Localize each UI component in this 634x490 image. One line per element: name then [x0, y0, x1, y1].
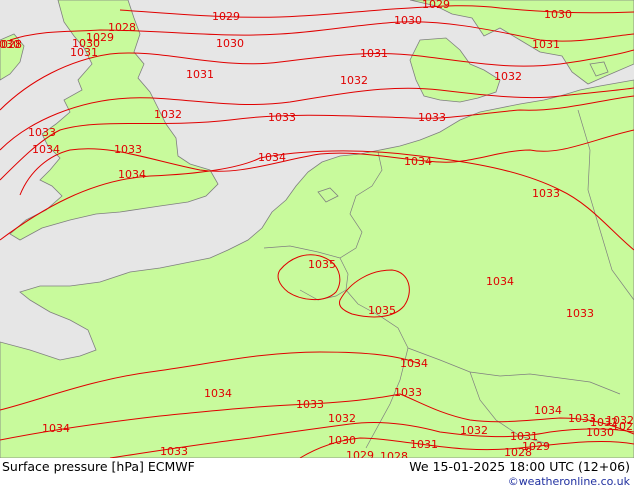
isobar-label: 1029: [212, 10, 240, 23]
isobar-label: 1035: [308, 258, 336, 271]
isobar-label: 1033: [268, 111, 296, 124]
isobar-label: 1021: [612, 420, 634, 433]
isobar-label: 1031: [186, 68, 214, 81]
credit-link[interactable]: ©weatheronline.co.uk: [508, 475, 631, 488]
isobar-label: 1030: [544, 8, 572, 21]
isobar-label: 1034: [404, 155, 432, 168]
isobar-label: 1034: [118, 168, 146, 181]
isobar-label: 1034: [486, 275, 514, 288]
isobar-label: 1033: [160, 445, 188, 458]
isobar-label: 1030: [394, 14, 422, 27]
isobar-label: 1034: [42, 422, 70, 435]
isobar-label: 1029: [522, 440, 550, 453]
map-timestamp: We 15-01-2025 18:00 UTC (12+06): [409, 459, 630, 474]
isobar-label: 1034: [534, 404, 562, 417]
isobar-label: 1031: [70, 46, 98, 59]
isobar-label: 1032: [494, 70, 522, 83]
isobar-label: 1034: [32, 143, 60, 156]
isobar-label: 1033: [532, 187, 560, 200]
isobar-label: 1031: [360, 47, 388, 60]
isobar-label: 1032: [154, 108, 182, 121]
isobar-label: 1033: [114, 143, 142, 156]
isobar-label: 1031: [410, 438, 438, 451]
isobar-label: 1033: [566, 307, 594, 320]
isobar-label: 1035: [368, 304, 396, 317]
isobar-label: 1034: [258, 151, 286, 164]
isobar-label: 1029: [422, 0, 450, 11]
map-canvas: 1029102910281028102910301030103010301031…: [0, 0, 634, 490]
isobar-label: 1030: [0, 38, 20, 51]
weather-map: 1029102910281028102910301030103010301031…: [0, 0, 634, 490]
isobar-label: 1034: [400, 357, 428, 370]
isobar-label: 1033: [296, 398, 324, 411]
isobar-label: 1031: [532, 38, 560, 51]
isobar-label: 1030: [328, 434, 356, 447]
isobar-label: 1033: [394, 386, 422, 399]
isobar-label: 1033: [418, 111, 446, 124]
map-title: Surface pressure [hPa] ECMWF: [2, 459, 195, 474]
isobar-label: 1033: [28, 126, 56, 139]
isobar-label: 1034: [204, 387, 232, 400]
isobar-label: 1030: [216, 37, 244, 50]
isobar-label: 1032: [340, 74, 368, 87]
isobar-label: 1032: [328, 412, 356, 425]
isobar-label: 1032: [460, 424, 488, 437]
